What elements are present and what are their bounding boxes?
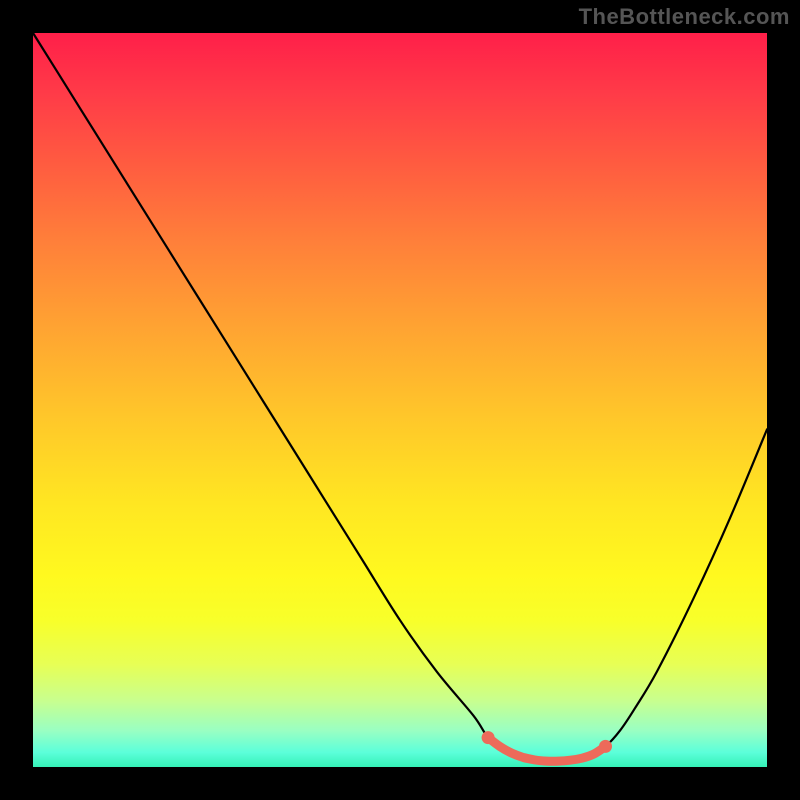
ideal-region-end-dot: [599, 740, 612, 753]
ideal-region-line: [488, 738, 605, 762]
ideal-region-start-dot: [482, 731, 495, 744]
curve-svg: [33, 33, 767, 767]
ideal-region-marker: [482, 731, 612, 761]
bottleneck-curve: [33, 33, 767, 761]
plot-area: [33, 33, 767, 767]
watermark-text: TheBottleneck.com: [579, 4, 790, 30]
chart-frame: { "watermark": "TheBottleneck.com", "cha…: [0, 0, 800, 800]
